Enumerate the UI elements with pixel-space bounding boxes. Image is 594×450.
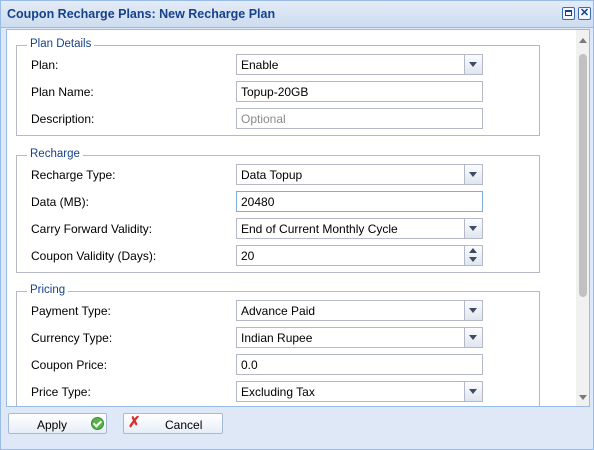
close-icon[interactable]: ✕ (578, 7, 591, 20)
payment-type-label: Payment Type: (31, 304, 111, 318)
pricing-legend: Pricing (27, 284, 69, 296)
description-label: Description: (31, 112, 95, 126)
price-type-value: Excluding Tax (241, 385, 315, 399)
price-type-label: Price Type: (31, 385, 91, 399)
scroll-up-icon[interactable] (579, 38, 587, 43)
carry-forward-value: End of Current Monthly Cycle (241, 222, 398, 236)
apply-button-label: Apply (37, 418, 68, 432)
stepper-trigger[interactable] (464, 246, 482, 265)
data-mb-input[interactable]: 20480 (236, 191, 483, 212)
maximize-icon[interactable] (562, 7, 575, 20)
coupon-price-label: Coupon Price: (31, 358, 108, 372)
plan-details-fieldset: Plan Details Plan: Enable Plan Name: Top… (16, 38, 540, 136)
recharge-legend: Recharge (27, 148, 83, 160)
window-title: Coupon Recharge Plans: New Recharge Plan (7, 7, 276, 21)
plan-label: Plan: (31, 58, 59, 72)
chevron-down-icon[interactable] (464, 328, 482, 347)
coupon-price-input[interactable]: 0.0 (236, 354, 483, 375)
spin-up-icon[interactable] (469, 248, 477, 253)
cancel-button[interactable]: ✗ Cancel (123, 413, 223, 434)
title-bar[interactable]: Coupon Recharge Plans: New Recharge Plan… (1, 1, 593, 28)
plan-name-input[interactable]: Topup-20GB (236, 81, 483, 102)
close-icon: ✗ (128, 414, 141, 431)
description-placeholder: Optional (241, 112, 286, 126)
coupon-validity-label: Coupon Validity (Days): (31, 249, 157, 263)
plan-name-label: Plan Name: (31, 85, 94, 99)
coupon-validity-stepper[interactable]: 20 (236, 245, 483, 266)
coupon-price-value: 0.0 (241, 358, 258, 372)
price-type-select[interactable]: Excluding Tax (236, 381, 483, 402)
recharge-type-value: Data Topup (241, 168, 303, 182)
plan-select[interactable]: Enable (236, 54, 483, 75)
scroll-down-icon[interactable] (579, 395, 587, 400)
carry-forward-label: Carry Forward Validity: (31, 222, 153, 236)
recharge-fieldset: Recharge Recharge Type: Data Topup Data … (16, 148, 540, 273)
plan-select-value: Enable (241, 58, 279, 72)
recharge-type-label: Recharge Type: (31, 168, 116, 182)
currency-type-value: Indian Rupee (241, 331, 313, 345)
chevron-down-icon[interactable] (464, 55, 482, 74)
currency-type-label: Currency Type: (31, 331, 113, 345)
check-icon (91, 417, 104, 430)
carry-forward-select[interactable]: End of Current Monthly Cycle (236, 218, 483, 239)
cancel-button-label: Cancel (165, 418, 203, 432)
plan-details-legend: Plan Details (27, 38, 95, 50)
pricing-fieldset: Pricing Payment Type: Advance Paid Curre… (16, 284, 540, 406)
recharge-type-select[interactable]: Data Topup (236, 164, 483, 185)
coupon-validity-value: 20 (241, 249, 255, 263)
payment-type-select[interactable]: Advance Paid (236, 300, 483, 321)
plan-name-value: Topup-20GB (241, 85, 309, 99)
chevron-down-icon[interactable] (464, 219, 482, 238)
dialog-window: Coupon Recharge Plans: New Recharge Plan… (0, 0, 594, 450)
data-mb-value: 20480 (241, 195, 275, 209)
apply-button[interactable]: Apply (8, 413, 107, 434)
dialog-footer: Apply ✗ Cancel (1, 408, 593, 449)
vertical-scrollbar[interactable] (576, 30, 589, 406)
currency-type-select[interactable]: Indian Rupee (236, 327, 483, 348)
spin-down-icon[interactable] (469, 257, 477, 262)
data-mb-label: Data (MB): (31, 195, 90, 209)
payment-type-value: Advance Paid (241, 304, 316, 318)
chevron-down-icon[interactable] (464, 382, 482, 401)
chevron-down-icon[interactable] (464, 165, 482, 184)
chevron-down-icon[interactable] (464, 301, 482, 320)
scroll-thumb[interactable] (579, 54, 587, 297)
description-input[interactable]: Optional (236, 108, 483, 129)
form-body: Plan Details Plan: Enable Plan Name: Top… (6, 29, 590, 407)
